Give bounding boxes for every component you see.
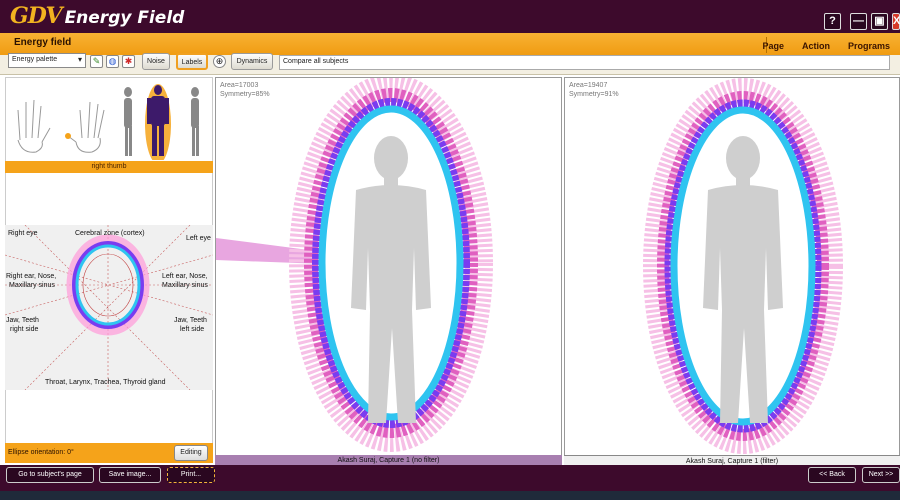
chevron-down-icon: ▾ xyxy=(77,55,82,64)
goto-subject-button[interactable]: Go to subject's page xyxy=(6,467,94,483)
labels-button[interactable]: Labels xyxy=(176,53,208,70)
zone-throat: Throat, Larynx, Trachea, Thyroid gland xyxy=(45,379,166,386)
zone-left-ear-2: Maxillary sinus xyxy=(162,282,208,289)
noise-button[interactable]: Noise xyxy=(142,53,170,70)
maximize-icon[interactable]: ▣ xyxy=(871,13,888,30)
zone-jaw-right-2: right side xyxy=(10,326,39,333)
zone-jaw-right-1: Jaw, Teeth xyxy=(6,317,39,324)
menu-action[interactable]: Action xyxy=(802,41,830,51)
main-menu: Page Action Programs xyxy=(762,41,890,51)
help-icon[interactable]: ? xyxy=(824,13,841,30)
title-bar: GDV Energy Field ? — ▣ X xyxy=(0,0,900,33)
save-image-button[interactable]: Save image... xyxy=(99,467,161,483)
dynamics-button[interactable]: Dynamics xyxy=(231,53,273,70)
back-button[interactable]: << Back xyxy=(808,467,856,483)
next-button[interactable]: Next >> xyxy=(862,467,900,483)
app-title: Energy Field xyxy=(64,8,185,28)
ellipse-orientation-label: Ellipse orientation: 0° xyxy=(8,449,74,456)
zone-jaw-left-2: left side xyxy=(180,326,205,333)
body-silhouette xyxy=(703,136,783,423)
zone-left-ear-1: Left ear, Nose, xyxy=(162,273,208,280)
zone-left-eye: Left eye xyxy=(186,235,211,242)
zoom-icon[interactable]: ⊕ xyxy=(213,55,226,68)
close-icon[interactable]: X xyxy=(892,13,900,30)
finger-selector[interactable] xyxy=(10,80,210,160)
body-silhouette xyxy=(351,136,431,423)
sector-diagram xyxy=(5,225,213,390)
globe-icon[interactable]: ◍ xyxy=(106,55,119,68)
compare-subjects-field[interactable]: Compare all subjects xyxy=(279,55,890,70)
brush-icon[interactable]: ✎ xyxy=(90,55,103,68)
body-side-icon xyxy=(124,87,132,156)
page-title: Energy field xyxy=(14,37,72,48)
menu-page[interactable]: Page xyxy=(762,41,784,51)
minimize-icon[interactable]: — xyxy=(850,13,867,30)
page-header: Energy field Page Action Programs xyxy=(0,33,900,55)
zone-jaw-left-1: Jaw, Teeth xyxy=(174,317,207,324)
capture-panel-filtered[interactable]: Area=19407 Symmetry=91% xyxy=(564,77,900,465)
zone-right-ear-2: Maxillary sinus xyxy=(9,282,55,289)
body-front-selected-icon xyxy=(145,84,171,160)
app-logo: GDV Energy Field xyxy=(10,3,184,29)
logo-mark: GDV xyxy=(10,3,63,29)
menu-programs[interactable]: Programs xyxy=(848,41,890,51)
zone-right-ear-1: Right ear, Nose, xyxy=(6,273,57,280)
asterisk-icon[interactable]: ✱ xyxy=(122,55,135,68)
capture-panel-unfiltered[interactable]: Area=17003 Symmetry=85% xyxy=(215,77,562,465)
aura-image xyxy=(643,78,843,454)
print-button[interactable]: Print... xyxy=(167,467,215,483)
palette-value: Energy palette xyxy=(12,56,58,63)
selected-finger-label: right thumb xyxy=(5,161,213,173)
body-other-side-icon xyxy=(191,87,199,156)
zone-cerebral: Cerebral zone (cortex) xyxy=(75,230,145,237)
palette-select[interactable]: Energy palette ▾ xyxy=(8,53,86,68)
os-taskbar xyxy=(0,491,900,500)
left-hand-icon xyxy=(17,99,51,153)
right-hand-icon xyxy=(65,101,105,153)
zone-right-eye: Right eye xyxy=(8,230,38,237)
editing-button[interactable]: Editing xyxy=(174,445,208,461)
aura-image xyxy=(216,78,493,452)
